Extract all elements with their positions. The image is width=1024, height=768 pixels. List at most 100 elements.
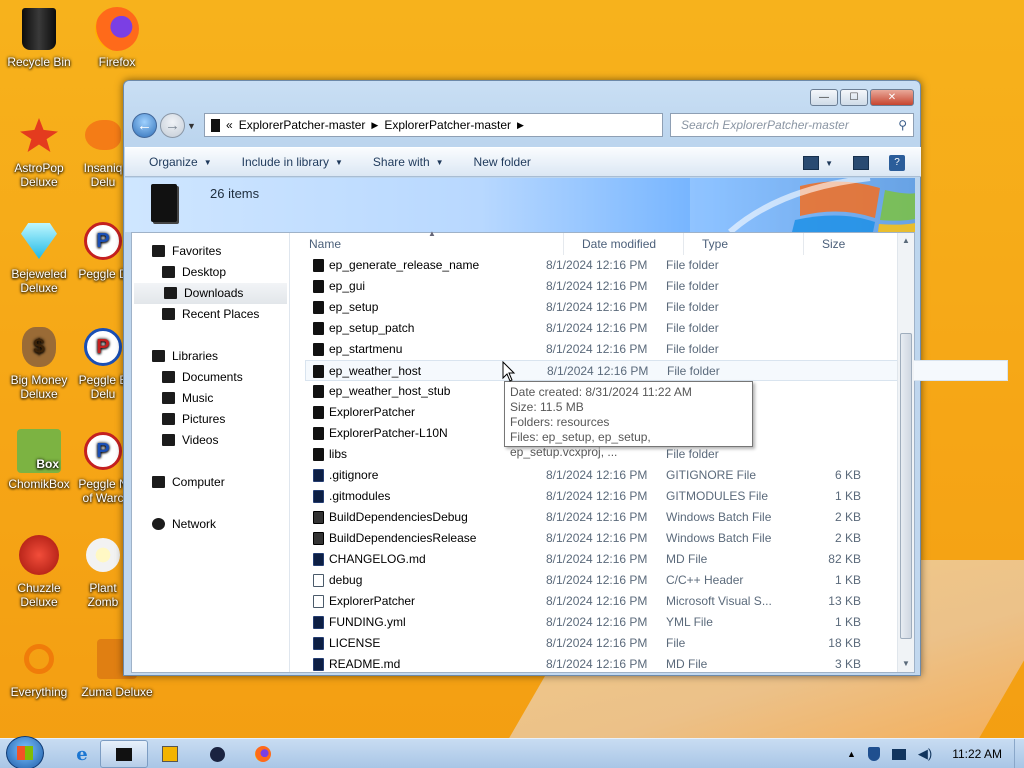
column-size[interactable]: Size <box>804 233 898 255</box>
preview-pane-icon[interactable] <box>853 156 869 170</box>
nav-item-pictures[interactable]: Pictures <box>132 409 289 430</box>
table-row[interactable]: ep_generate_release_name 8/1/2024 12:16 P… <box>291 255 898 276</box>
monitor-icon[interactable] <box>891 748 906 760</box>
nav-item-desktop[interactable]: Desktop <box>132 262 289 283</box>
recent-pages-chevron-icon[interactable]: ▼ <box>187 121 196 131</box>
nav-item-network[interactable]: Network <box>132 514 289 535</box>
nav-item-favorites[interactable]: Favorites <box>132 241 289 262</box>
windows-logo-icon <box>17 746 33 760</box>
table-row[interactable]: ep_setup_patch 8/1/2024 12:16 PM File fold… <box>291 318 898 339</box>
folder-icon <box>211 118 220 132</box>
taskbar-explorer[interactable] <box>100 740 148 768</box>
breadcrumb-item[interactable]: ExplorerPatcher-master <box>384 118 511 132</box>
table-row[interactable]: README.md 8/1/2024 12:16 PM MD File 3 KB <box>291 654 898 675</box>
desktop-icon-astropop[interactable]: AstroPop Deluxe <box>0 112 78 189</box>
table-row[interactable]: LICENSE 8/1/2024 12:16 PM File 18 KB <box>291 633 898 654</box>
folder-icon <box>313 448 324 461</box>
table-row[interactable]: FUNDING.yml 8/1/2024 12:16 PM YML File 1 KB <box>291 612 898 633</box>
column-type[interactable]: Type <box>684 233 804 255</box>
explorer-window[interactable]: — ☐ ✕ ← → ▼ « ExplorerPatcher-master ▶ E… <box>123 80 1008 676</box>
desktop-icon-big-money[interactable]: $ Big Money Deluxe <box>0 324 78 401</box>
taskbar-app[interactable] <box>193 740 241 768</box>
taskbar-firefox[interactable] <box>239 740 287 768</box>
cell-name: ep_setup <box>291 297 546 318</box>
view-controls: ▼ ? <box>803 155 905 171</box>
cell-size: 2 KB <box>834 531 861 545</box>
cell-date-modified: 8/1/2024 12:16 PM <box>546 300 648 314</box>
tray-expand-icon[interactable]: ▲ <box>847 749 856 759</box>
table-row[interactable]: ep_startmenu 8/1/2024 12:16 PM File folder <box>291 339 898 360</box>
table-row[interactable]: CHANGELOG.md 8/1/2024 12:16 PM MD File 82 K… <box>291 549 898 570</box>
minimize-button[interactable]: — <box>810 89 838 106</box>
header-file-icon <box>313 574 324 587</box>
table-row[interactable]: ep_gui 8/1/2024 12:16 PM File folder <box>291 276 898 297</box>
desktop-icon-bejeweled[interactable]: Bejeweled Deluxe <box>0 218 78 295</box>
close-button[interactable]: ✕ <box>870 89 914 106</box>
table-row[interactable]: debug 8/1/2024 12:16 PM C/C++ Header 1 KB <box>291 570 898 591</box>
start-button[interactable] <box>6 736 44 768</box>
breadcrumb-separator-icon[interactable]: ▶ <box>371 120 378 131</box>
nav-item-music[interactable]: Music <box>132 388 289 409</box>
change-view-button[interactable]: ▼ <box>803 156 833 170</box>
nav-item-libraries[interactable]: Libraries <box>132 346 289 367</box>
back-button[interactable]: ← <box>132 113 157 138</box>
new-folder-button[interactable]: New folder <box>474 155 531 169</box>
scroll-thumb[interactable] <box>900 333 912 639</box>
volume-icon[interactable]: ◀) <box>918 746 932 762</box>
nav-item-documents[interactable]: Documents <box>132 367 289 388</box>
table-row[interactable]: BuildDependenciesDebug 8/1/2024 12:16 PM W… <box>291 507 898 528</box>
file-icon <box>313 469 324 482</box>
table-row[interactable]: ExplorerPatcher 8/1/2024 12:16 PM Microsof… <box>291 591 898 612</box>
desktop-icon-peggle[interactable]: P Peggle D <box>78 218 128 281</box>
cell-name: .gitignore <box>291 465 546 486</box>
column-date-modified[interactable]: Date modified <box>564 233 684 255</box>
breadcrumb-overflow[interactable]: « <box>226 118 233 132</box>
address-bar[interactable]: « ExplorerPatcher-master ▶ ExplorerPatch… <box>204 113 723 137</box>
show-desktop-button[interactable] <box>1014 739 1024 768</box>
internet-explorer-icon: e <box>76 743 88 765</box>
breadcrumb-separator-icon[interactable]: ▶ <box>517 120 524 131</box>
desktop-icon-chuzzle[interactable]: Chuzzle Deluxe <box>0 532 78 609</box>
scroll-up-icon[interactable]: ▲ <box>898 233 914 249</box>
cell-name: BuildDependenciesRelease <box>291 528 546 549</box>
cell-name: libs <box>291 444 546 465</box>
desktop-icon-recycle-bin[interactable]: Recycle Bin <box>0 6 78 69</box>
help-icon[interactable]: ? <box>889 155 905 171</box>
nav-item-videos[interactable]: Videos <box>132 430 289 451</box>
nav-item-downloads[interactable]: Downloads <box>134 283 287 304</box>
vertical-scrollbar[interactable]: ▲ ▼ <box>897 233 914 672</box>
desktop-icon-chomikbox[interactable]: Box ChomikBox <box>0 428 78 491</box>
maximize-button[interactable]: ☐ <box>840 89 868 106</box>
nav-label: Recent Places <box>182 307 260 321</box>
forward-button[interactable]: → <box>160 113 185 138</box>
desktop-icon-plants-zombies[interactable]: Plant Zomb <box>78 532 128 609</box>
breadcrumb-item[interactable]: ExplorerPatcher-master <box>239 118 366 132</box>
organize-button[interactable]: Organize ▼ <box>149 155 212 169</box>
desktop-icon-everything[interactable]: Everything <box>0 636 78 699</box>
organize-label: Organize <box>149 155 198 169</box>
nav-item-computer[interactable]: Computer <box>132 472 289 493</box>
table-row[interactable]: BuildDependenciesRelease 8/1/2024 12:16 P… <box>291 528 898 549</box>
scroll-down-icon[interactable]: ▼ <box>898 656 914 672</box>
cell-name: ep_gui <box>291 276 546 297</box>
desktop-icon-insaniquarium[interactable]: Insaniq Delu <box>78 112 128 189</box>
clock[interactable]: 11:22 AM <box>952 747 1002 761</box>
desktop-icon-peggle-extreme[interactable]: P Peggle E Delu <box>78 324 128 401</box>
include-in-library-button[interactable]: Include in library ▼ <box>242 155 343 169</box>
shield-icon[interactable] <box>867 747 880 761</box>
table-row[interactable]: ep_setup 8/1/2024 12:16 PM File folder <box>291 297 898 318</box>
search-icon[interactable]: ⚲ <box>898 118 907 132</box>
taskbar-internet-explorer[interactable]: e <box>58 740 106 768</box>
recycle-bin-icon <box>16 6 62 52</box>
chomikbox-icon: Box <box>16 428 62 474</box>
share-with-button[interactable]: Share with ▼ <box>373 155 444 169</box>
taskbar-media-player[interactable] <box>146 740 194 768</box>
nav-item-recent-places[interactable]: Recent Places <box>132 304 289 325</box>
table-row[interactable]: .gitignore 8/1/2024 12:16 PM GITIGNORE Fil… <box>291 465 898 486</box>
desktop-icon-peggle-nights[interactable]: P Peggle N of Warc <box>78 428 128 505</box>
table-row[interactable]: .gitmodules 8/1/2024 12:16 PM GITMODULES F… <box>291 486 898 507</box>
cell-name: FUNDING.yml <box>291 612 546 633</box>
desktop-icon-firefox[interactable]: Firefox <box>78 6 156 69</box>
search-input[interactable]: Search ExplorerPatcher-master ⚲ <box>670 113 914 137</box>
cell-size <box>786 255 861 276</box>
